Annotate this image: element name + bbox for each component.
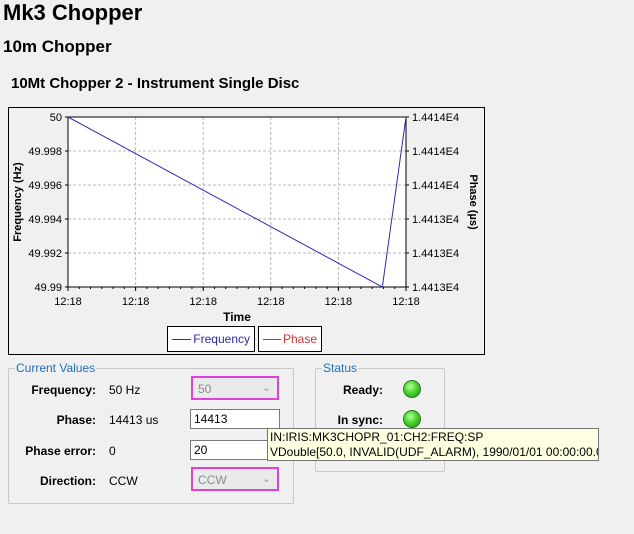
ready-label: Ready: [342, 383, 383, 397]
x-tick-label: 12:18 [189, 296, 217, 308]
tooltip-pv-value: VDouble[50.0, INVALID(UDF_ALARM), 1990/0… [270, 445, 599, 459]
legend-phase-label: Phase [282, 332, 317, 346]
ready-led-icon [403, 380, 421, 398]
direction-setpoint-select[interactable]: CCW ⌄ [191, 467, 279, 491]
x-axis-label: Time [223, 310, 251, 324]
x-tick-label: 12:18 [257, 296, 285, 308]
legend-phase-line-icon [263, 338, 281, 340]
frequency-phase-chart: 50 1.4414E4 49.998 1.4414E4 49.996 1.4414E4 49… [12, 112, 479, 324]
y-axis-label: Frequency (Hz) [12, 162, 24, 242]
phase-setpoint-input[interactable]: 14413 [190, 409, 280, 429]
pv-tooltip: IN:IRIS:MK3CHOPR_01:CH2:FREQ:SP VDouble[… [267, 428, 599, 461]
frequency-readback: 50 Hz [109, 383, 141, 397]
y2-tick-label: 1.4414E4 [412, 146, 459, 158]
legend-frequency-label: Frequency [193, 332, 250, 346]
y-tick-label: 49.998 [28, 146, 62, 158]
y-tick-label: 49.99 [34, 282, 62, 294]
status-legend: Status [323, 361, 358, 375]
y-tick-label: 49.996 [28, 180, 62, 192]
x-tick-label: 12:18 [122, 296, 150, 308]
frequency-setpoint-value: 50 [198, 382, 212, 396]
legend-frequency[interactable]: Frequency [167, 326, 255, 352]
phase-error-readback: 0 [109, 444, 116, 458]
y-tick-label: 49.992 [28, 248, 62, 260]
y2-tick-label: 1.4414E4 [412, 112, 459, 124]
window-title: Mk3 Chopper [3, 0, 143, 25]
x-tick-label: 12:18 [392, 296, 420, 308]
y-tick-label: 50 [50, 112, 62, 124]
section-title: 10Mt Chopper 2 - Instrument Single Disc [11, 75, 300, 92]
direction-setpoint-value: CCW [198, 473, 227, 487]
y2-tick-label: 1.4414E4 [412, 180, 459, 192]
current-values-legend: Current Values [16, 361, 96, 375]
chevron-down-icon: ⌄ [261, 473, 271, 485]
y2-axis-label: Phase (µs) [467, 174, 479, 230]
x-tick-label: 12:18 [54, 296, 82, 308]
direction-label: Direction: [39, 474, 96, 488]
legend-phase[interactable]: Phase [258, 326, 322, 352]
phase-label: Phase: [56, 413, 96, 427]
y-tick-label: 49.994 [28, 214, 62, 226]
chopper-subtitle: 10m Chopper [3, 37, 112, 56]
plot-area [68, 117, 406, 287]
y2-tick-label: 1.4413E4 [412, 248, 459, 260]
chevron-down-icon: ⌄ [261, 382, 271, 394]
phase-readback: 14413 us [109, 413, 159, 427]
legend-frequency-line-icon [172, 338, 192, 340]
insync-led-icon [403, 410, 421, 428]
x-tick-label: 12:18 [325, 296, 353, 308]
insync-label: In sync: [337, 413, 383, 427]
frequency-label: Frequency: [31, 383, 96, 397]
y2-tick-label: 1.4413E4 [412, 282, 459, 294]
chart-panel: 50 1.4414E4 49.998 1.4414E4 49.996 1.4414E4 49… [8, 107, 485, 355]
frequency-setpoint-select[interactable]: 50 ⌄ [191, 376, 279, 400]
y2-tick-label: 1.4413E4 [412, 214, 459, 226]
phase-error-label: Phase error: [25, 444, 96, 458]
tooltip-pv-name: IN:IRIS:MK3CHOPR_01:CH2:FREQ:SP [270, 430, 484, 444]
direction-readback: CCW [109, 474, 138, 488]
